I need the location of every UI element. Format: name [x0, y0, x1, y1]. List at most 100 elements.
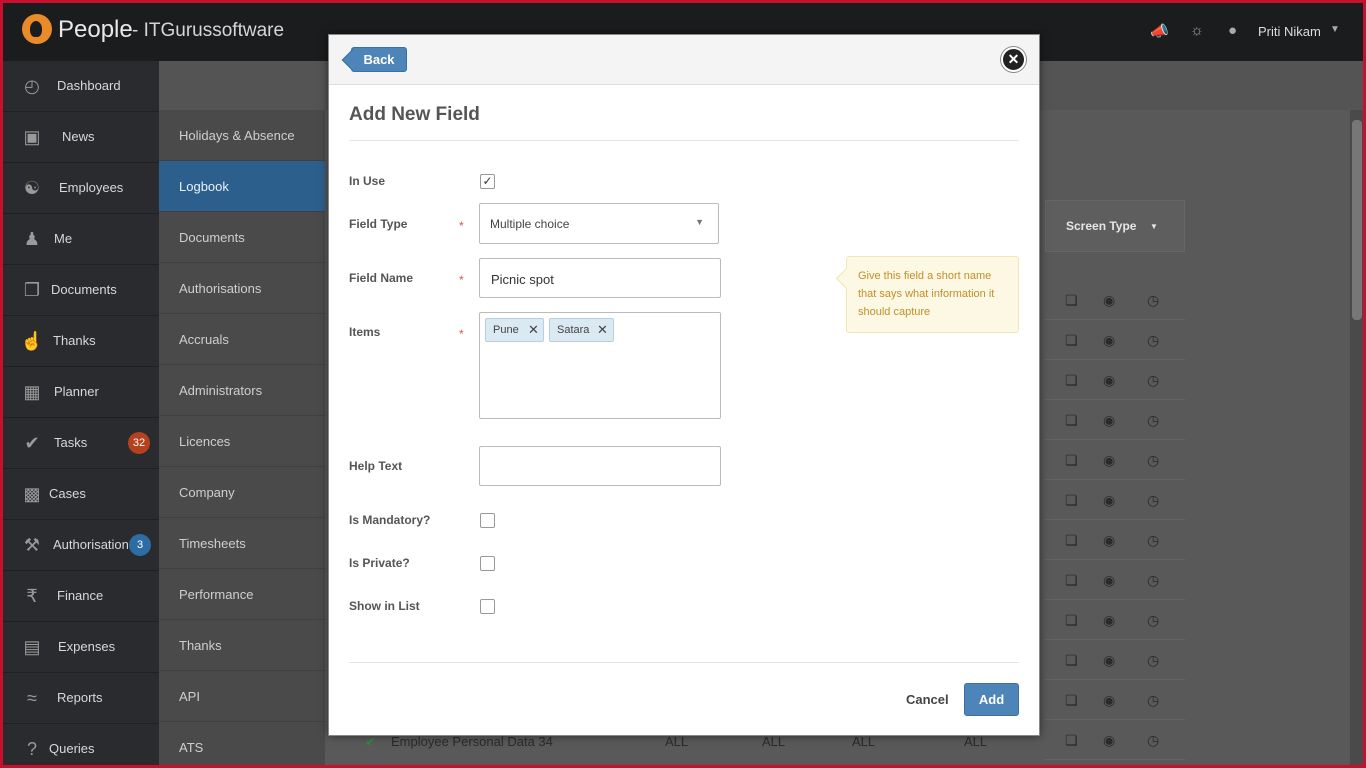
copy-icon[interactable]: ❏ — [1065, 732, 1078, 749]
is-private-checkbox[interactable] — [480, 556, 495, 571]
sidebar-item-tasks[interactable]: ✔ Tasks 32 — [0, 418, 159, 469]
add-button[interactable]: Add — [964, 683, 1019, 716]
copy-icon[interactable]: ❏ — [1065, 572, 1078, 589]
sidebar-item-expenses[interactable]: ▤ Expenses — [0, 622, 159, 673]
copy-icon[interactable]: ❏ — [1065, 532, 1078, 549]
eye-icon[interactable]: ◉ — [1103, 452, 1115, 469]
chevron-down-icon[interactable]: ▼ — [1330, 24, 1340, 35]
copy-icon[interactable]: ❏ — [1065, 692, 1078, 709]
sidebar-item-news[interactable]: ▣ News — [0, 112, 159, 163]
field-type-select[interactable]: Multiple choice ▼ — [479, 203, 719, 244]
clock-icon[interactable]: ◷ — [1147, 572, 1159, 589]
settings-nav-item[interactable]: Accruals — [159, 314, 325, 365]
eye-icon[interactable]: ◉ — [1103, 412, 1115, 429]
cancel-button[interactable]: Cancel — [906, 692, 949, 707]
sidebar-item-reports[interactable]: ≈ Reports — [0, 673, 159, 724]
back-button[interactable]: Back — [351, 47, 407, 72]
close-icon[interactable]: ✕ — [1001, 47, 1026, 72]
sidebar-item-label: Queries — [49, 741, 95, 756]
settings-nav: Holidays & Absence Logbook Documents Aut… — [159, 110, 325, 768]
clock-icon[interactable]: ◷ — [1147, 452, 1159, 469]
sidebar-item-me[interactable]: ♟ Me — [0, 214, 159, 265]
settings-nav-item[interactable]: Thanks — [159, 620, 325, 671]
settings-nav-item[interactable]: Timesheets — [159, 518, 325, 569]
clock-icon[interactable]: ◷ — [1147, 332, 1159, 349]
items-tag-input[interactable]: Pune ✕ Satara ✕ — [479, 312, 721, 419]
settings-nav-item[interactable]: Authorisations — [159, 263, 325, 314]
remove-tag-icon[interactable]: ✕ — [597, 322, 608, 338]
settings-nav-item[interactable]: Company — [159, 467, 325, 518]
table-row-actions: ❏ ◉ ◷ — [1045, 400, 1185, 440]
settings-nav-label: Performance — [179, 587, 254, 602]
show-in-list-checkbox[interactable] — [480, 599, 495, 614]
clock-icon[interactable]: ◷ — [1147, 652, 1159, 669]
is-mandatory-checkbox[interactable] — [480, 513, 495, 528]
lightbulb-icon[interactable]: ☼ — [1190, 22, 1204, 39]
eye-icon[interactable]: ◉ — [1103, 572, 1115, 589]
sidebar-item-dashboard[interactable]: ◴ Dashboard — [0, 61, 159, 112]
clock-icon[interactable]: ◷ — [1147, 492, 1159, 509]
sidebar-item-authorisations[interactable]: ⚒ Authorisations 3 — [0, 520, 159, 571]
clock-icon[interactable]: ◷ — [1147, 692, 1159, 709]
people-logo-icon[interactable] — [22, 14, 52, 44]
authorisations-count-badge: 3 — [129, 534, 151, 556]
settings-nav-item[interactable]: Licences — [159, 416, 325, 467]
clock-icon[interactable]: ◷ — [1147, 732, 1159, 749]
eye-icon[interactable]: ◉ — [1103, 492, 1115, 509]
field-name-input[interactable]: Picnic spot — [479, 258, 721, 298]
settings-nav-label: Documents — [179, 230, 245, 245]
documents-icon: ❐ — [23, 280, 41, 300]
megaphone-icon[interactable]: 📣 — [1150, 22, 1169, 40]
copy-icon[interactable]: ❏ — [1065, 612, 1078, 629]
eye-icon[interactable]: ◉ — [1103, 692, 1115, 709]
settings-nav-item-active[interactable]: Logbook — [159, 161, 325, 212]
eye-icon[interactable]: ◉ — [1103, 292, 1115, 309]
copy-icon[interactable]: ❏ — [1065, 412, 1078, 429]
users-icon: ☯ — [23, 178, 41, 198]
required-marker: * — [459, 273, 464, 287]
eye-icon[interactable]: ◉ — [1103, 332, 1115, 349]
eye-icon[interactable]: ◉ — [1103, 532, 1115, 549]
sidebar-item-cases[interactable]: ▩ Cases — [0, 469, 159, 520]
dashboard-icon: ◴ — [24, 76, 40, 96]
scrollbar-thumb[interactable] — [1352, 120, 1362, 320]
remove-tag-icon[interactable]: ✕ — [528, 322, 539, 338]
settings-nav-item[interactable]: API — [159, 671, 325, 722]
folder-icon: ▩ — [23, 484, 41, 504]
tv-icon: ▣ — [23, 127, 41, 147]
sidebar-item-planner[interactable]: ▦ Planner — [0, 367, 159, 418]
settings-nav-item[interactable]: Performance — [159, 569, 325, 620]
copy-icon[interactable]: ❏ — [1065, 372, 1078, 389]
brand-name[interactable]: People — [58, 16, 133, 44]
sidebar-item-finance[interactable]: ₹ Finance — [0, 571, 159, 622]
table-row-actions: ❏ ◉ ◷ — [1045, 360, 1185, 400]
copy-icon[interactable]: ❏ — [1065, 492, 1078, 509]
sidebar-item-thanks[interactable]: ☝ Thanks — [0, 316, 159, 367]
clock-icon[interactable]: ◷ — [1147, 372, 1159, 389]
user-name[interactable]: Priti Nikam — [1258, 24, 1321, 39]
settings-nav-label: Licences — [179, 434, 231, 449]
settings-nav-item[interactable]: ATS — [159, 722, 325, 768]
clock-icon[interactable]: ◷ — [1147, 612, 1159, 629]
eye-icon[interactable]: ◉ — [1103, 372, 1115, 389]
eye-icon[interactable]: ◉ — [1103, 652, 1115, 669]
eye-icon[interactable]: ◉ — [1103, 612, 1115, 629]
copy-icon[interactable]: ❏ — [1065, 452, 1078, 469]
screen-type-column-header[interactable]: Screen Type ▼ — [1045, 200, 1185, 252]
settings-nav-item[interactable]: Documents — [159, 212, 325, 263]
copy-icon[interactable]: ❏ — [1065, 652, 1078, 669]
help-text-input[interactable] — [479, 446, 721, 486]
clock-icon[interactable]: ◷ — [1147, 292, 1159, 309]
sidebar-item-queries[interactable]: ? Queries — [0, 724, 159, 768]
clock-icon[interactable]: ◷ — [1147, 532, 1159, 549]
settings-nav-item[interactable]: Holidays & Absence — [159, 110, 325, 161]
settings-nav-item[interactable]: Administrators — [159, 365, 325, 416]
clock-icon[interactable]: ◷ — [1147, 412, 1159, 429]
copy-icon[interactable]: ❏ — [1065, 332, 1078, 349]
settings-nav-label: Logbook — [179, 179, 229, 194]
sidebar-item-employees[interactable]: ☯ Employees — [0, 163, 159, 214]
in-use-checkbox[interactable]: ✓ — [480, 174, 495, 189]
copy-icon[interactable]: ❏ — [1065, 292, 1078, 309]
eye-icon[interactable]: ◉ — [1103, 732, 1115, 749]
sidebar-item-documents[interactable]: ❐ Documents — [0, 265, 159, 316]
